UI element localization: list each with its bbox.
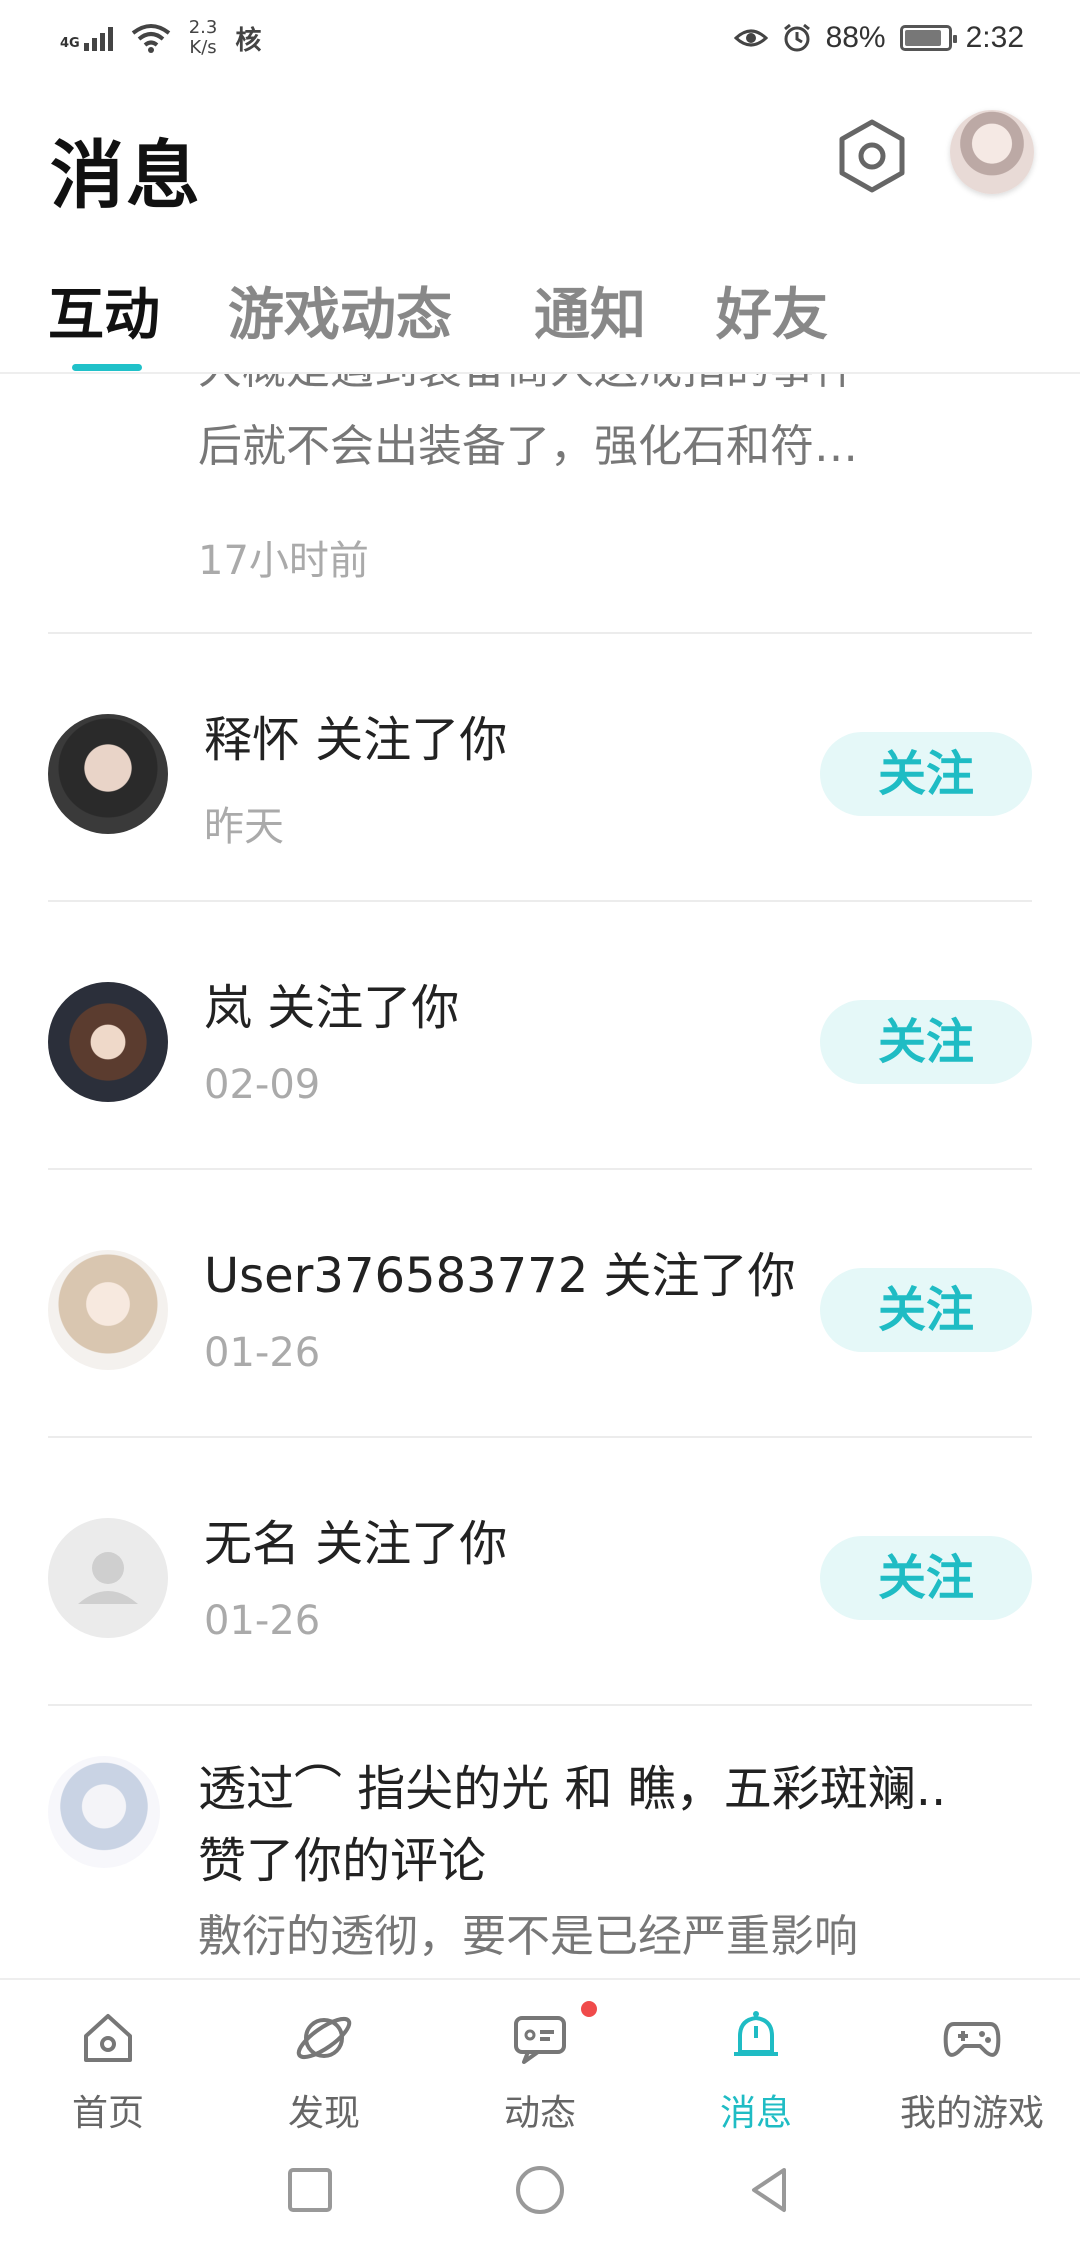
follow-title: 岚 关注了你 — [204, 980, 460, 1036]
follow-button[interactable]: 关注 — [820, 732, 1032, 816]
avatar[interactable] — [48, 1250, 168, 1370]
settings-button[interactable] — [832, 116, 912, 196]
list-item-follow[interactable]: User376583772 关注了你 01-26 关注 — [0, 1170, 1080, 1438]
notification-badge — [578, 1998, 600, 2020]
bell-icon — [734, 2011, 778, 2056]
tab-game-updates[interactable]: 游戏动态 — [228, 270, 452, 351]
tab-bar: 互动 游戏动态 通知 好友 — [0, 270, 1080, 374]
nav-messages[interactable]: 消息 — [648, 1980, 864, 2140]
follow-button[interactable]: 关注 — [820, 1000, 1032, 1084]
partial-comment-time: 17小时前 — [198, 538, 369, 584]
avatar[interactable] — [48, 982, 168, 1102]
battery-icon — [899, 25, 957, 51]
status-left: 4G 2.3 K/s 核 — [60, 14, 261, 62]
message-feed[interactable]: 大概是遇到装备商人送戒指的事件 后就不会出装备了，强化石和符… 17小时前 释怀… — [0, 374, 1080, 1978]
list-item-follow[interactable]: 无名 关注了你 01-26 关注 — [0, 1438, 1080, 1706]
discover-planet-icon — [296, 2016, 352, 2060]
tab-active-indicator — [72, 364, 142, 371]
clock: 2:32 — [965, 21, 1024, 54]
settings-hexagon-icon — [839, 119, 905, 193]
feed-chat-icon — [514, 2016, 566, 2064]
carrier-icon: 核 — [235, 25, 262, 56]
follow-button[interactable]: 关注 — [820, 1268, 1032, 1352]
follow-title: User376583772 关注了你 — [204, 1248, 796, 1304]
status-right: 88% 2:32 — [733, 14, 1024, 62]
recents-square-icon[interactable] — [278, 2158, 342, 2222]
nav-discover[interactable]: 发现 — [216, 1980, 432, 2140]
system-nav-bar — [0, 2138, 1080, 2244]
follow-time: 昨天 — [204, 804, 284, 850]
home-circle-icon[interactable] — [508, 2158, 572, 2222]
network-label: 4G — [60, 25, 113, 51]
network-speed: 2.3 K/s — [188, 17, 218, 58]
bottom-nav: 首页 发现 动态 消息 我的游戏 — [0, 1978, 1080, 2138]
gamepad-icon — [943, 2022, 1001, 2057]
partial-comment-line2: 后就不会出装备了，强化石和符… — [198, 421, 858, 472]
like-subtitle: 赞了你的评论 — [198, 1833, 487, 1889]
signal-icon — [83, 25, 113, 51]
follow-time: 01-26 — [204, 1598, 321, 1644]
list-item-like[interactable]: 透过⌒ 指尖的光 和 瞧，五彩斑斓.. 赞了你的评论 敷衍的透彻，要不是已经严重… — [0, 1706, 1080, 1974]
back-triangle-icon[interactable] — [738, 2158, 802, 2222]
follow-title: 释怀 关注了你 — [204, 712, 508, 768]
eye-icon — [733, 29, 768, 47]
tab-interaction[interactable]: 互动 — [48, 270, 160, 351]
follow-time: 02-09 — [204, 1062, 321, 1108]
avatar[interactable] — [48, 1756, 160, 1868]
follow-title: 无名 关注了你 — [204, 1516, 508, 1572]
battery-percent: 88% — [825, 21, 886, 54]
nav-my-games[interactable]: 我的游戏 — [864, 1980, 1080, 2140]
default-user-icon — [78, 1552, 138, 1604]
follow-button[interactable]: 关注 — [820, 1536, 1032, 1620]
home-icon — [84, 2014, 132, 2062]
user-avatar[interactable] — [950, 110, 1034, 194]
wifi-icon — [131, 24, 170, 53]
avatar-placeholder[interactable] — [48, 1518, 168, 1638]
header: 消息 — [0, 76, 1080, 246]
nav-home[interactable]: 首页 — [0, 1980, 216, 2140]
page-title: 消息 — [50, 133, 202, 219]
partial-comment-line1: 大概是遇到装备商人送戒指的事件 — [198, 374, 858, 408]
avatar[interactable] — [48, 714, 168, 834]
nav-feed[interactable]: 动态 — [432, 1980, 648, 2140]
alarm-icon — [783, 23, 810, 52]
like-title: 透过⌒ 指尖的光 和 瞧，五彩斑斓.. — [198, 1761, 947, 1817]
list-item-follow[interactable]: 释怀 关注了你 昨天 关注 — [0, 634, 1080, 902]
like-comment-preview: 敷衍的透彻，要不是已经严重影响 — [198, 1911, 858, 1962]
tab-notifications[interactable]: 通知 — [534, 270, 646, 351]
tab-friends[interactable]: 好友 — [716, 270, 828, 351]
list-item-follow[interactable]: 岚 关注了你 02-09 关注 — [0, 902, 1080, 1170]
follow-time: 01-26 — [204, 1330, 321, 1376]
status-bar: 4G 2.3 K/s 核 88% 2:32 — [0, 0, 1080, 76]
